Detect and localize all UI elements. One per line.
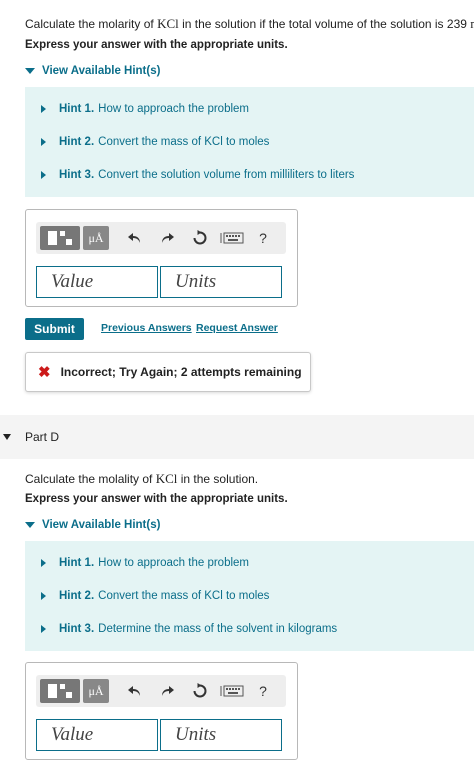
reset-button[interactable] xyxy=(190,681,210,701)
undo-button[interactable] xyxy=(125,681,145,701)
value-input[interactable]: Value xyxy=(36,266,158,298)
reset-button[interactable] xyxy=(190,228,210,248)
caret-down-icon xyxy=(3,434,11,440)
units-input[interactable]: Units xyxy=(160,266,282,298)
caret-right-icon xyxy=(41,138,46,146)
redo-button[interactable] xyxy=(157,681,177,701)
undo-icon xyxy=(128,233,140,243)
part-c-hint-3[interactable]: Hint 3. Convert the solution volume from … xyxy=(41,169,354,181)
part-c-question: Calculate the molarity of KCl in the sol… xyxy=(25,16,474,32)
caret-right-icon xyxy=(41,105,46,113)
part-d-hint-2[interactable]: Hint 2. Convert the mass of KCl to moles xyxy=(41,590,269,602)
reset-icon xyxy=(193,230,207,245)
keyboard-icon xyxy=(220,232,244,244)
caret-right-icon xyxy=(41,559,46,567)
volume-unit: mL xyxy=(470,16,474,31)
redo-button[interactable] xyxy=(157,228,177,248)
redo-icon xyxy=(162,686,174,696)
compound-formula: KCl xyxy=(155,471,178,486)
keyboard-button[interactable] xyxy=(218,681,246,701)
templates-icon xyxy=(48,231,72,245)
caret-right-icon xyxy=(41,625,46,633)
part-d-header[interactable]: Part D xyxy=(0,415,474,459)
part-c-view-hints-toggle[interactable]: View Available Hint(s) xyxy=(25,65,160,77)
keyboard-icon xyxy=(220,685,244,697)
request-answer-link[interactable]: Request Answer xyxy=(196,322,278,334)
help-button[interactable]: ? xyxy=(255,228,271,248)
units-symbols-button[interactable]: μÅ xyxy=(83,679,109,703)
caret-down-icon xyxy=(25,522,35,528)
part-d-title: Part D xyxy=(25,430,60,444)
keyboard-button[interactable] xyxy=(218,228,246,248)
caret-right-icon xyxy=(41,171,46,179)
part-d-hint-1[interactable]: Hint 1. How to approach the problem xyxy=(41,557,249,569)
compound-formula: KCl xyxy=(157,16,179,31)
undo-icon xyxy=(128,686,140,696)
templates-button[interactable] xyxy=(40,679,80,703)
submit-button[interactable]: Submit xyxy=(25,318,84,340)
undo-button[interactable] xyxy=(125,228,145,248)
part-d-hints-panel: Hint 1. How to approach the problem Hint … xyxy=(25,541,474,651)
templates-button[interactable] xyxy=(40,226,80,250)
part-d-question: Calculate the molality of KCl in the sol… xyxy=(25,471,259,486)
part-c-hint-1[interactable]: Hint 1. How to approach the problem xyxy=(41,103,249,115)
part-d-view-hints-toggle[interactable]: View Available Hint(s) xyxy=(25,519,160,531)
part-c-instruction: Express your answer with the appropriate… xyxy=(25,39,288,51)
feedback-message: ✖ Incorrect; Try Again; 2 attempts remai… xyxy=(25,352,311,392)
templates-icon xyxy=(48,684,72,698)
reset-icon xyxy=(193,683,207,698)
part-c-answer-box: μÅ ? Value Units xyxy=(25,209,298,307)
part-c-hint-2[interactable]: Hint 2. Convert the mass of KCl to moles xyxy=(41,136,269,148)
redo-icon xyxy=(162,233,174,243)
part-d-answer-box: μÅ ? Value Units xyxy=(25,662,298,760)
equation-toolbar: μÅ ? xyxy=(36,222,286,254)
part-d-hint-3[interactable]: Hint 3. Determine the mass of the solvent… xyxy=(41,623,337,635)
caret-right-icon xyxy=(41,592,46,600)
incorrect-x-icon: ✖ xyxy=(38,364,51,381)
help-button[interactable]: ? xyxy=(255,681,271,701)
equation-toolbar: μÅ ? xyxy=(36,675,286,707)
caret-down-icon xyxy=(25,68,35,74)
units-input[interactable]: Units xyxy=(160,719,282,751)
part-c-hints-panel: Hint 1. How to approach the problem Hint … xyxy=(25,87,474,197)
previous-answers-link[interactable]: Previous Answers xyxy=(101,322,192,334)
part-d-instruction: Express your answer with the appropriate… xyxy=(25,493,288,505)
value-input[interactable]: Value xyxy=(36,719,158,751)
units-symbols-button[interactable]: μÅ xyxy=(83,226,109,250)
